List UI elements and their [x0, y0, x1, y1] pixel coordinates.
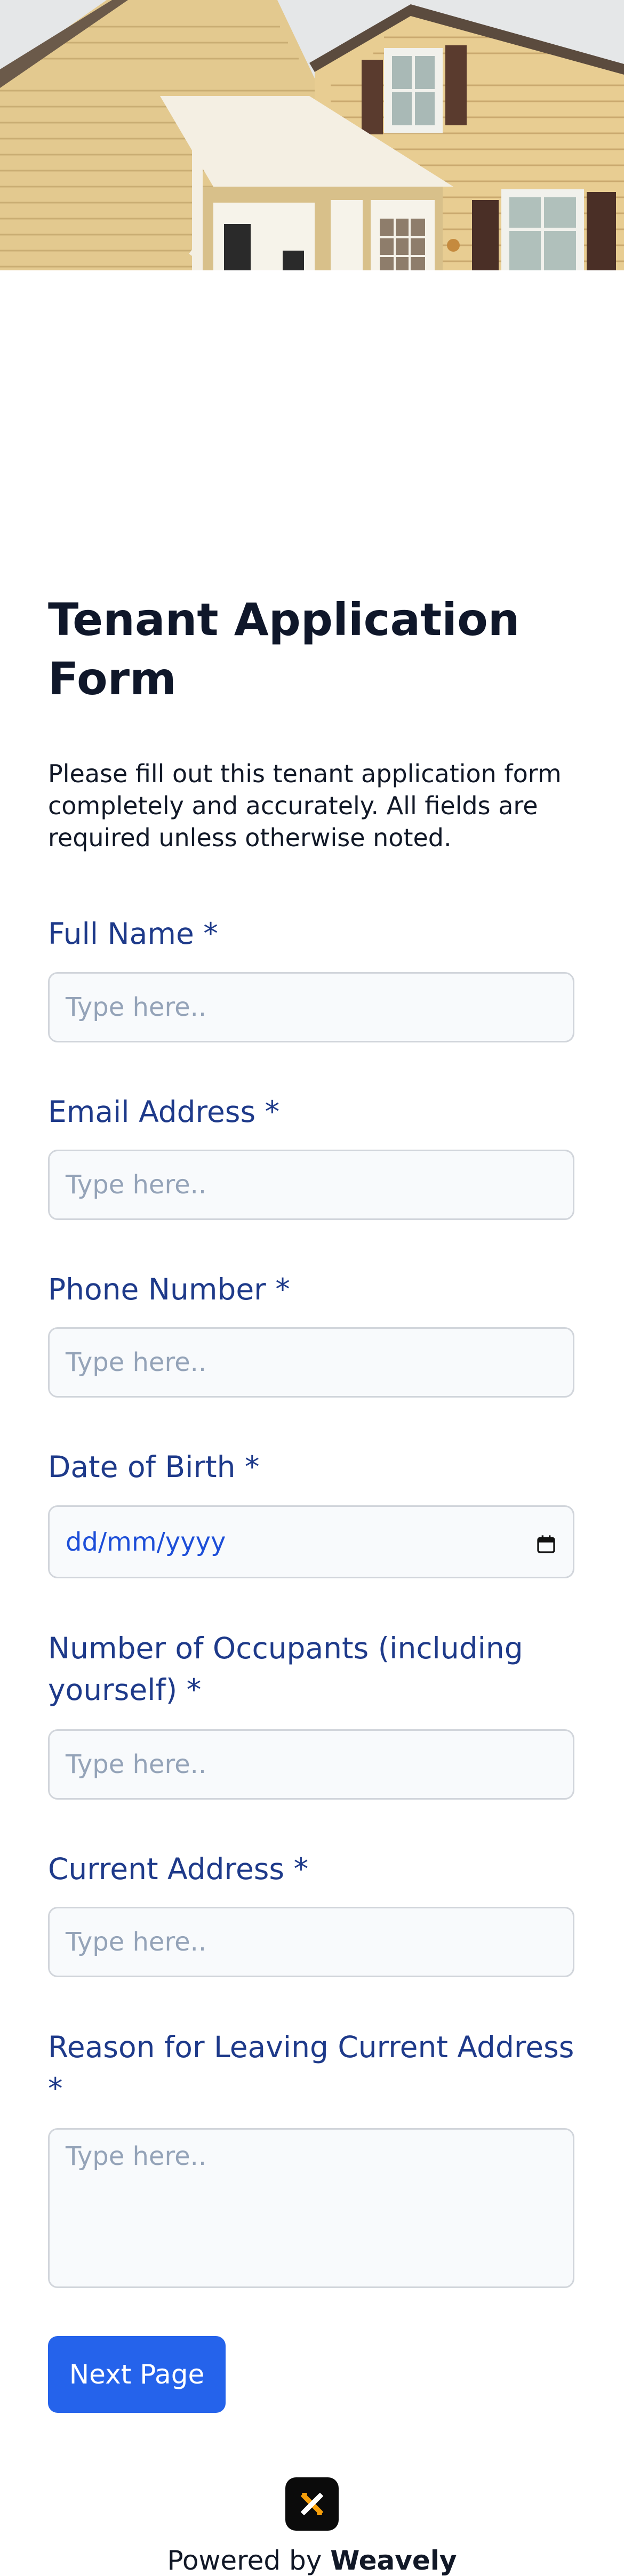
- full-name-label: Full Name *: [48, 917, 218, 951]
- occupants-input[interactable]: Type here..: [48, 1729, 574, 1800]
- phone-input[interactable]: Type here..: [48, 1327, 574, 1398]
- occupants-label: Number of Occupants (including yourself)…: [48, 1631, 523, 1707]
- date-of-birth-input[interactable]: dd/mm/yyyy: [48, 1505, 574, 1578]
- current-address-placeholder: Type here..: [66, 1927, 207, 1957]
- current-address-input[interactable]: Type here..: [48, 1907, 574, 1977]
- brand-name: Weavely: [330, 2545, 457, 2576]
- reason-textarea[interactable]: Type here..: [48, 2128, 574, 2288]
- phone-label: Phone Number *: [48, 1272, 290, 1306]
- reason-label: Reason for Leaving Current Address *: [48, 2030, 574, 2106]
- page-title: Tenant Application Form: [48, 593, 520, 705]
- powered-by-label: Powered by: [167, 2545, 331, 2576]
- next-page-button[interactable]: Next Page: [48, 2336, 226, 2413]
- hero-image: [0, 0, 624, 270]
- full-name-input[interactable]: Type here..: [48, 972, 574, 1042]
- occupants-placeholder: Type here..: [66, 1750, 207, 1779]
- date-placeholder: dd/mm/yyyy: [66, 1527, 226, 1557]
- phone-placeholder: Type here..: [66, 1347, 207, 1377]
- full-name-placeholder: Type here..: [66, 992, 207, 1022]
- email-input[interactable]: Type here..: [48, 1150, 574, 1220]
- weavely-logo-icon[interactable]: [285, 2477, 339, 2531]
- powered-by-text[interactable]: Powered by Weavely: [0, 2545, 624, 2576]
- date-of-birth-label: Date of Birth *: [48, 1450, 260, 1484]
- reason-placeholder: Type here..: [66, 2141, 207, 2171]
- form-description: Please fill out this tenant application …: [48, 759, 562, 852]
- email-label: Email Address *: [48, 1095, 280, 1129]
- current-address-label: Current Address *: [48, 1852, 309, 1886]
- calendar-icon[interactable]: [535, 1531, 557, 1553]
- house-illustration: [0, 0, 624, 270]
- email-placeholder: Type here..: [66, 1170, 207, 1200]
